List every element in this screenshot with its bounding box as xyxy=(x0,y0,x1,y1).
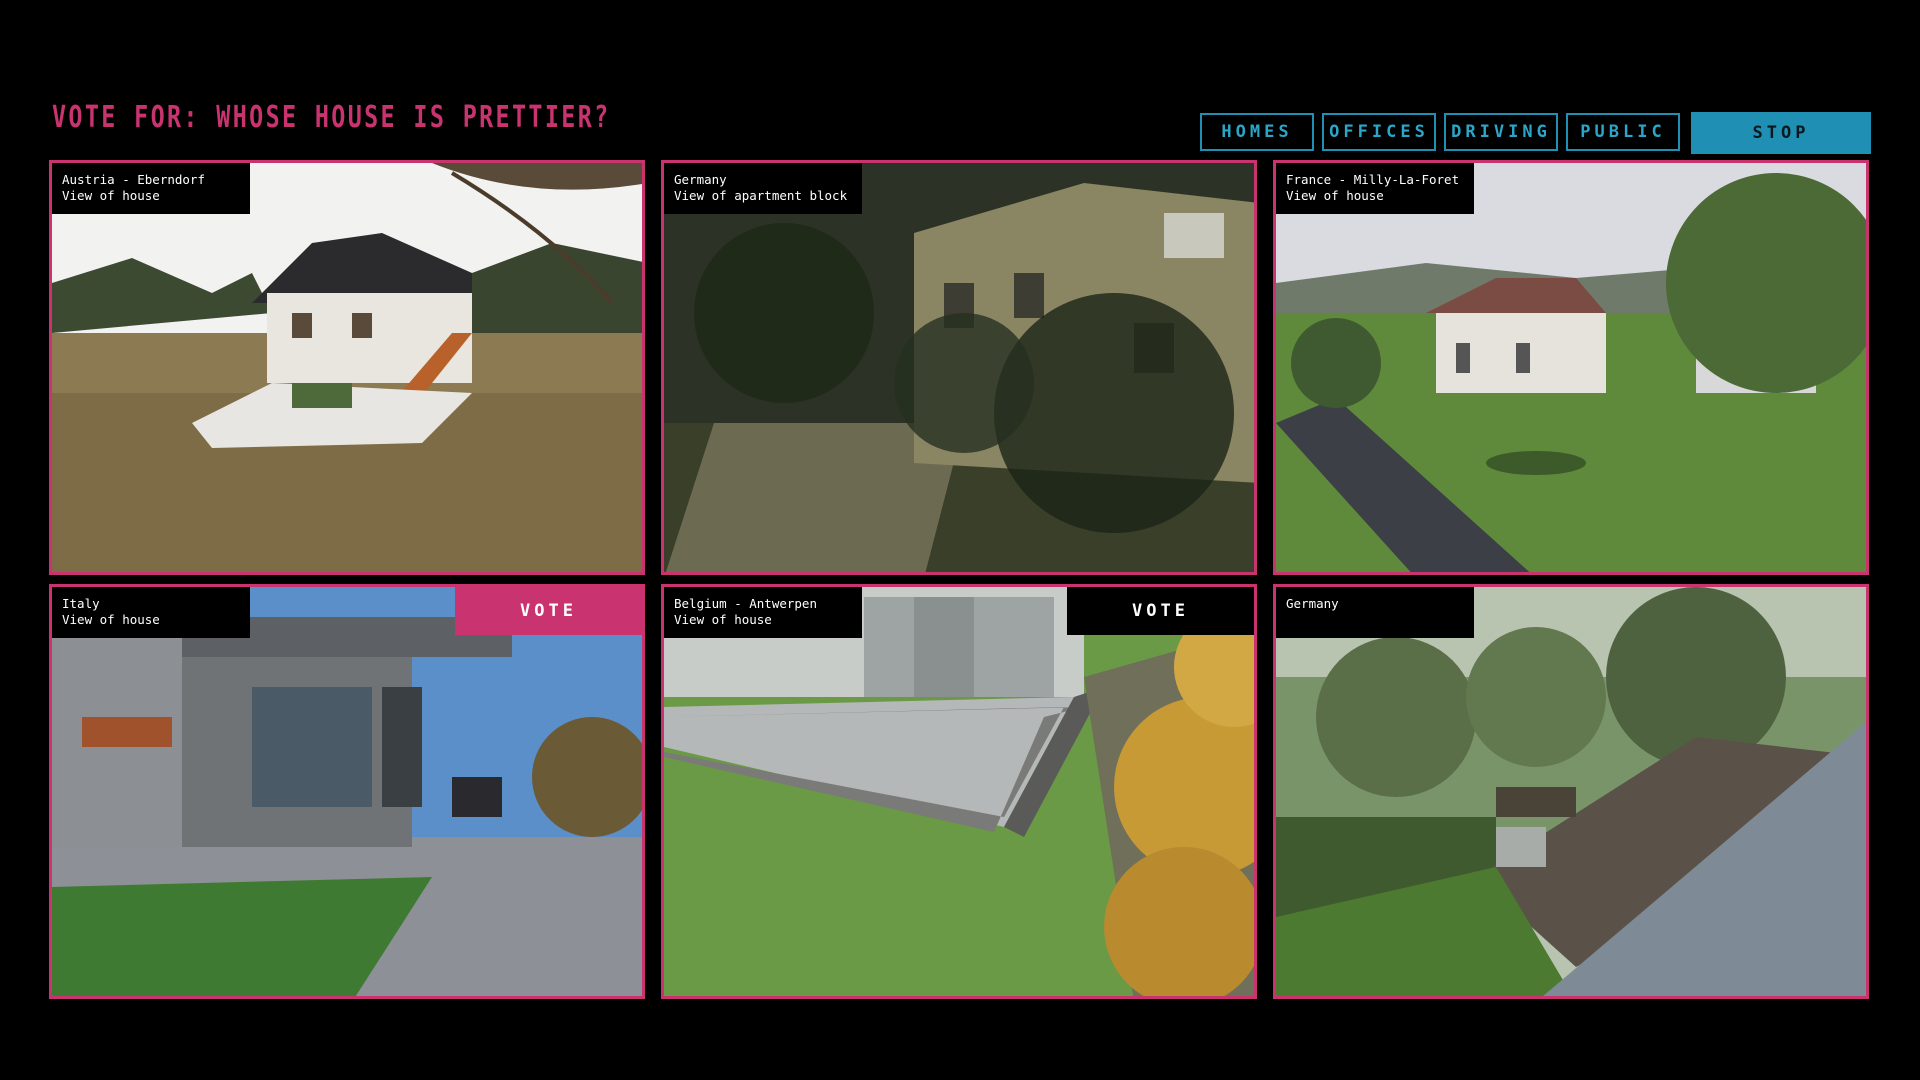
nav-homes-button[interactable]: HOMES xyxy=(1200,113,1314,151)
camera-view: View of apartment block xyxy=(674,187,848,203)
camera-image xyxy=(1276,163,1866,572)
camera-image xyxy=(664,587,1254,996)
camera-label: France - Milly-La-Foret View of house xyxy=(1276,163,1474,214)
camera-view: View of house xyxy=(1286,187,1384,203)
stop-button[interactable]: STOP xyxy=(1691,112,1871,154)
camera-label: Austria - Eberndorf View of house xyxy=(52,163,250,214)
nav-offices-button[interactable]: OFFICES xyxy=(1322,113,1436,151)
camera-location: Austria - Eberndorf xyxy=(62,172,205,187)
camera-view: View of house xyxy=(62,187,160,203)
vote-button[interactable]: VOTE xyxy=(1067,587,1254,635)
camera-location: France - Milly-La-Foret xyxy=(1286,172,1460,187)
camera-feed-austria[interactable]: Austria - Eberndorf View of house xyxy=(49,160,645,575)
nav-driving-button[interactable]: DRIVING xyxy=(1444,113,1558,151)
camera-feed-germany-apartment[interactable]: Germany View of apartment block xyxy=(661,160,1257,575)
camera-image xyxy=(1276,587,1866,996)
camera-image xyxy=(52,587,642,996)
camera-image xyxy=(664,163,1254,572)
camera-label: Germany View of apartment block xyxy=(664,163,862,214)
camera-location: Italy xyxy=(62,596,100,611)
camera-location: Germany xyxy=(674,172,727,187)
camera-label: Germany xyxy=(1276,587,1474,638)
nav-public-button[interactable]: PUBLIC xyxy=(1566,113,1680,151)
camera-feed-belgium[interactable]: Belgium - Antwerpen View of house VOTE xyxy=(661,584,1257,999)
camera-image xyxy=(52,163,642,572)
camera-view: View of house xyxy=(62,611,160,627)
camera-feed-germany-house[interactable]: Germany xyxy=(1273,584,1869,999)
camera-view: View of house xyxy=(674,611,772,627)
camera-feed-france[interactable]: France - Milly-La-Foret View of house xyxy=(1273,160,1869,575)
camera-feed-italy[interactable]: Italy View of house VOTE xyxy=(49,584,645,999)
camera-label: Belgium - Antwerpen View of house xyxy=(664,587,862,638)
camera-label: Italy View of house xyxy=(52,587,250,638)
category-nav: HOMES OFFICES DRIVING PUBLIC STOP xyxy=(0,112,1920,155)
vote-button[interactable]: VOTE xyxy=(455,587,642,635)
camera-location: Belgium - Antwerpen xyxy=(674,596,817,611)
camera-location: Germany xyxy=(1286,596,1339,611)
